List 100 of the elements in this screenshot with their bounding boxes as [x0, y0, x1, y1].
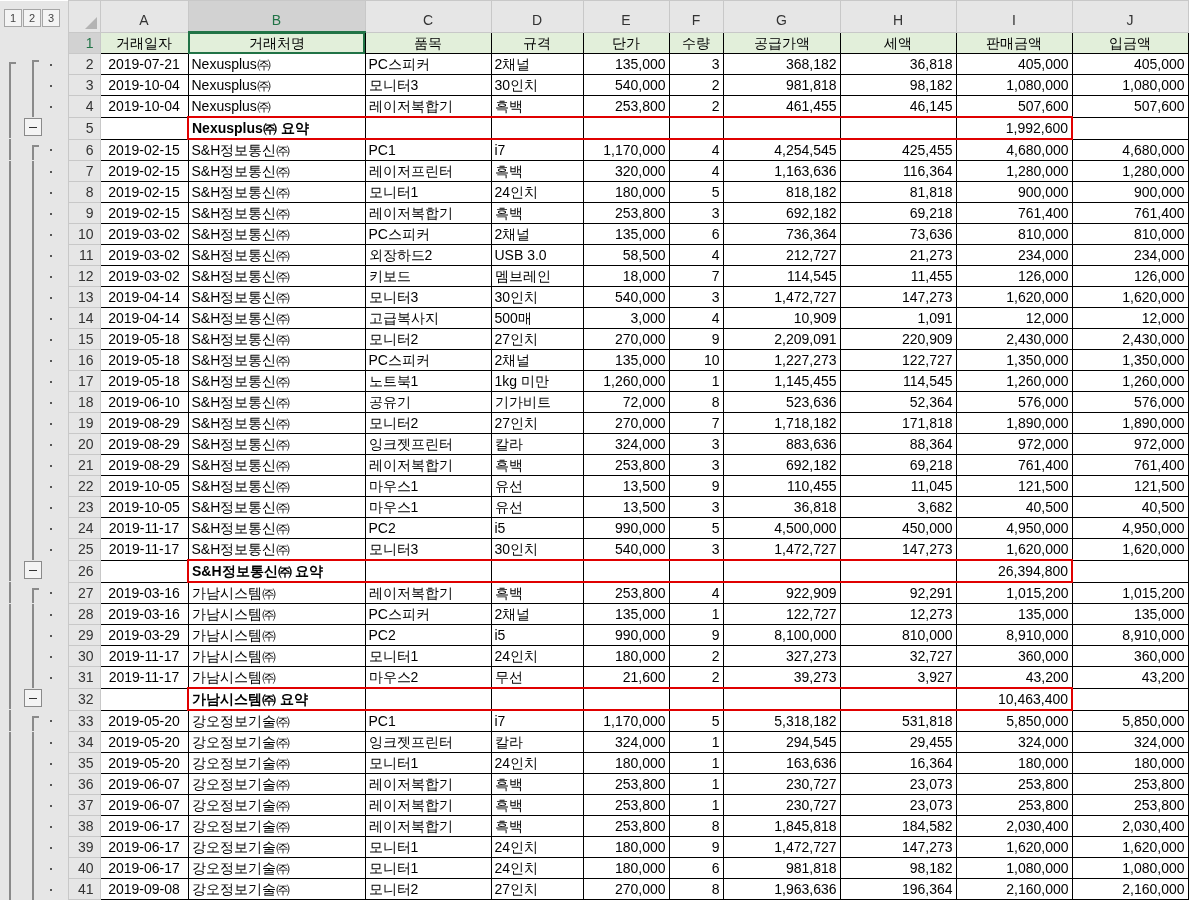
- table-cell: 450,000: [840, 517, 956, 539]
- row-header[interactable]: 26: [68, 560, 100, 582]
- table-cell: 73,636: [840, 223, 956, 245]
- table-cell: 1,080,000: [1072, 74, 1188, 96]
- table-cell: 모니터1: [365, 181, 491, 203]
- table-cell: 253,800: [583, 582, 669, 604]
- row-header[interactable]: 35: [68, 752, 100, 774]
- row-header[interactable]: 39: [68, 836, 100, 858]
- table-cell: 2채널: [491, 223, 583, 245]
- table-cell: 18,000: [583, 265, 669, 287]
- row-header[interactable]: 28: [68, 603, 100, 625]
- collapse-button[interactable]: [24, 689, 42, 707]
- table-cell: PC1: [365, 710, 491, 732]
- table-cell: 2019-02-15: [100, 160, 188, 182]
- collapse-button[interactable]: [24, 561, 42, 579]
- table-cell: 253,800: [956, 773, 1072, 795]
- table-cell: 2019-09-08: [100, 878, 188, 900]
- table-cell: 972,000: [956, 433, 1072, 455]
- row-header[interactable]: 18: [68, 391, 100, 413]
- outline-level-button[interactable]: 2: [23, 8, 41, 27]
- column-header[interactable]: J: [1072, 0, 1188, 32]
- table-cell: Nexusplus㈜: [188, 53, 365, 75]
- table-cell: 강오정보기술㈜: [188, 815, 365, 837]
- table-cell: 2019-06-17: [100, 857, 188, 879]
- row-header[interactable]: 36: [68, 773, 100, 795]
- row-header[interactable]: 38: [68, 815, 100, 837]
- table-cell: 2,430,000: [1072, 328, 1188, 350]
- row-header[interactable]: 27: [68, 582, 100, 604]
- table-cell: 990,000: [583, 517, 669, 539]
- row-header[interactable]: 19: [68, 412, 100, 434]
- column-header[interactable]: I: [956, 0, 1072, 32]
- row-header[interactable]: 40: [68, 857, 100, 879]
- column-header[interactable]: H: [840, 0, 956, 32]
- row-header[interactable]: 32: [68, 688, 100, 710]
- table-cell: 180,000: [583, 181, 669, 203]
- table-cell: 24인치: [491, 752, 583, 774]
- row-header[interactable]: 37: [68, 794, 100, 816]
- row-header[interactable]: 15: [68, 328, 100, 350]
- row-header[interactable]: 3: [68, 74, 100, 96]
- row-header[interactable]: 33: [68, 710, 100, 732]
- table-cell: 1,992,600: [956, 117, 1072, 139]
- row-header[interactable]: 11: [68, 244, 100, 266]
- row-header[interactable]: 1: [68, 32, 100, 54]
- table-cell: 320,000: [583, 160, 669, 182]
- outline-level-button[interactable]: 3: [42, 8, 60, 27]
- row-header[interactable]: 8: [68, 181, 100, 203]
- row-header[interactable]: 23: [68, 496, 100, 518]
- row-header[interactable]: 7: [68, 160, 100, 182]
- table-cell: 270,000: [583, 878, 669, 900]
- row-header[interactable]: 25: [68, 538, 100, 560]
- row-header[interactable]: 16: [68, 349, 100, 371]
- row-header[interactable]: 21: [68, 454, 100, 476]
- row-header[interactable]: 9: [68, 202, 100, 224]
- table-cell: 1,080,000: [956, 74, 1072, 96]
- row-header[interactable]: 2: [68, 53, 100, 75]
- table-cell: 405,000: [956, 53, 1072, 75]
- outline-level-button[interactable]: 1: [4, 8, 22, 27]
- table-cell: 12,273: [840, 603, 956, 625]
- table-cell: 8,910,000: [1072, 624, 1188, 646]
- column-header[interactable]: E: [583, 0, 669, 32]
- table-cell: 253,800: [583, 815, 669, 837]
- column-header[interactable]: C: [365, 0, 491, 32]
- column-header[interactable]: G: [723, 0, 840, 32]
- table-cell: 잉크젯프린터: [365, 731, 491, 753]
- row-header[interactable]: 20: [68, 433, 100, 455]
- row-header[interactable]: 5: [68, 117, 100, 139]
- table-cell: 칼라: [491, 731, 583, 753]
- row-header[interactable]: 22: [68, 475, 100, 497]
- row-header[interactable]: 14: [68, 307, 100, 329]
- row-header[interactable]: 29: [68, 624, 100, 646]
- row-header[interactable]: 31: [68, 666, 100, 688]
- table-cell: 810,000: [956, 223, 1072, 245]
- collapse-button[interactable]: [24, 118, 42, 136]
- table-cell: 180,000: [956, 752, 1072, 774]
- row-header[interactable]: 10: [68, 223, 100, 245]
- row-header[interactable]: 12: [68, 265, 100, 287]
- column-header[interactable]: F: [669, 0, 723, 32]
- table-cell: 마우스1: [365, 475, 491, 497]
- table-cell: 1,718,182: [723, 412, 840, 434]
- row-header[interactable]: 6: [68, 139, 100, 161]
- row-header[interactable]: 17: [68, 370, 100, 392]
- row-header[interactable]: 41: [68, 878, 100, 900]
- table-cell: 3: [669, 53, 723, 75]
- table-cell: 9: [669, 836, 723, 858]
- row-header[interactable]: 24: [68, 517, 100, 539]
- table-cell: S&H정보통신㈜: [188, 349, 365, 371]
- table-cell: S&H정보통신㈜: [188, 202, 365, 224]
- row-header[interactable]: 4: [68, 95, 100, 117]
- row-header[interactable]: 34: [68, 731, 100, 753]
- row-header[interactable]: 13: [68, 286, 100, 308]
- table-cell: 5: [669, 710, 723, 732]
- table-cell: 507,600: [1072, 95, 1188, 117]
- column-header[interactable]: D: [491, 0, 583, 32]
- table-cell: S&H정보통신㈜: [188, 223, 365, 245]
- table-cell: 294,545: [723, 731, 840, 753]
- table-cell: 1,845,818: [723, 815, 840, 837]
- column-header[interactable]: B: [188, 0, 365, 32]
- row-header[interactable]: 30: [68, 645, 100, 667]
- table-cell: 1,163,636: [723, 160, 840, 182]
- column-header[interactable]: A: [100, 0, 188, 32]
